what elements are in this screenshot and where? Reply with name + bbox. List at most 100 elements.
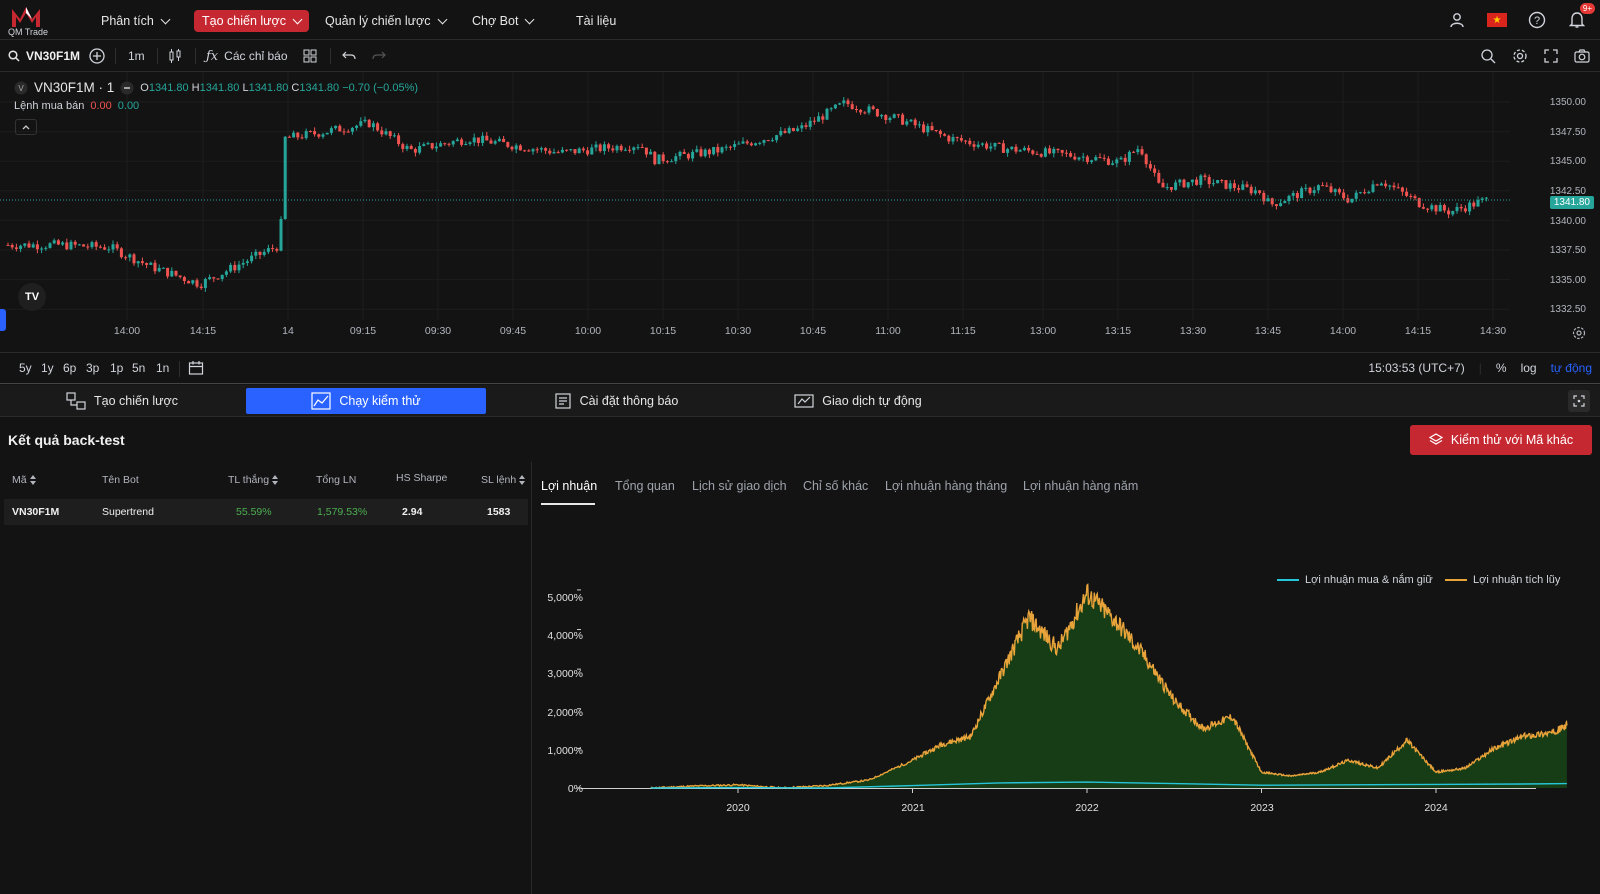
indicators-button[interactable]: ƒx Các chỉ báo — [206, 46, 288, 66]
column-header-tl-thang[interactable]: TL thắng — [228, 474, 279, 486]
layout-button[interactable] — [303, 46, 317, 66]
cell-orders: 1583 — [487, 506, 511, 518]
range-1n[interactable]: 1n — [156, 361, 169, 375]
nav-item-quan-ly-chien-luoc[interactable]: Quản lý chiến lược — [317, 10, 454, 32]
svg-text:?: ? — [1534, 15, 1540, 27]
interval-button[interactable]: 1m — [128, 46, 145, 66]
redo-button[interactable] — [372, 46, 386, 66]
candle-body — [644, 147, 648, 155]
calendar-icon[interactable] — [188, 360, 204, 376]
candle-body — [140, 261, 144, 264]
tab-tao-chien-luoc[interactable]: Tạo chiến lược — [62, 388, 182, 414]
candle-body — [153, 262, 157, 272]
minus-circle-icon[interactable] — [120, 81, 134, 95]
candle-body — [1106, 158, 1110, 165]
language-flag-icon[interactable]: ★ — [1486, 9, 1508, 31]
time-axis-label: 11:00 — [875, 325, 901, 337]
help-icon[interactable]: ? — [1526, 9, 1548, 31]
range-1p[interactable]: 1p — [110, 361, 123, 375]
candle-body — [35, 244, 39, 250]
candle-body — [1413, 196, 1417, 199]
axis-settings-gear-icon[interactable] — [1572, 326, 1586, 340]
range-5n[interactable]: 5n — [132, 361, 145, 375]
price-chart[interactable]: V VN30F1M · 1 O1341.80 H1341.80 L1341.80… — [0, 72, 1600, 352]
expand-panel-button[interactable] — [1568, 390, 1590, 412]
candle-body — [657, 154, 661, 165]
auto-scale-toggle[interactable]: tự động — [1551, 361, 1592, 375]
candle-body — [216, 278, 220, 280]
candle-body — [1035, 153, 1039, 155]
candle-body — [317, 134, 321, 137]
candlestick-plot[interactable] — [0, 72, 1600, 352]
candle-body — [313, 131, 317, 135]
tab-giao-dich-tu-dong[interactable]: Giao dịch tự động — [788, 388, 928, 414]
profit-chart[interactable] — [533, 462, 1600, 894]
nav-item-cho-bot[interactable]: Chợ Bot — [464, 10, 541, 32]
candle-body — [787, 128, 791, 134]
range-6p[interactable]: 6p — [63, 361, 76, 375]
candle-body — [367, 119, 371, 128]
divider — [115, 48, 116, 64]
candle-body — [905, 121, 909, 125]
undo-button[interactable] — [342, 46, 356, 66]
notification-bell-icon[interactable]: 9+ — [1566, 3, 1595, 31]
chart-settings-button[interactable] — [1512, 46, 1528, 66]
y-axis-label: 5,000% — [547, 592, 583, 604]
candle-body — [1203, 175, 1207, 178]
candle-body — [896, 114, 900, 116]
candle-body — [1195, 179, 1199, 185]
range-3p[interactable]: 3p — [86, 361, 99, 375]
sort-icon — [272, 475, 279, 485]
candle-body — [754, 143, 758, 146]
log-toggle[interactable]: log — [1521, 361, 1537, 375]
tradingview-logo-icon[interactable]: TV — [18, 283, 46, 311]
candle-body — [296, 132, 300, 138]
candle-body — [917, 124, 921, 126]
candle-body — [968, 140, 972, 145]
tab-cai-dat-thong-bao[interactable]: Cài đặt thông báo — [546, 388, 686, 414]
candle-body — [880, 114, 884, 117]
nav-item-phan-tich[interactable]: Phân tích — [93, 10, 177, 32]
candle-body — [514, 145, 518, 150]
column-header-sl-lenh[interactable]: SL lệnh — [481, 474, 526, 486]
candle-body — [287, 136, 291, 138]
candle-body — [1014, 146, 1018, 152]
collapse-legend-button[interactable] — [15, 119, 37, 135]
candle-body — [1069, 153, 1073, 157]
range-5y[interactable]: 5y — [19, 361, 32, 375]
column-header-ma[interactable]: Mã — [12, 474, 36, 486]
candle-body — [527, 150, 531, 152]
column-label: Tên Bot — [102, 474, 139, 486]
tab-chay-kiem-thu[interactable]: Chạy kiểm thử — [246, 388, 486, 414]
compare-add-button[interactable] — [88, 46, 106, 66]
time-axis-label: 14:00 — [1329, 325, 1357, 337]
left-scroll-handle[interactable] — [0, 309, 6, 331]
current-price-tag: 1341.80 — [1549, 196, 1594, 209]
screenshot-button[interactable] — [1574, 46, 1590, 66]
candle-body — [733, 144, 737, 147]
symbol-search[interactable]: VN30F1M — [8, 46, 80, 66]
time-axis-label: 10:45 — [799, 325, 827, 337]
candle-body — [1102, 157, 1106, 159]
candle-body — [1006, 149, 1010, 153]
time-axis-label: 14 — [282, 325, 294, 337]
chart-type-button[interactable] — [168, 46, 182, 66]
time-axis-label: 14:00 — [113, 325, 141, 337]
candle-body — [1333, 189, 1337, 193]
divider — [330, 48, 331, 64]
candle-body — [1350, 198, 1354, 203]
column-label: Mã — [12, 474, 27, 486]
nav-item-tao-chien-luoc[interactable]: Tạo chiến lược — [194, 10, 309, 32]
candle-body — [321, 134, 325, 137]
candle-body — [405, 145, 409, 149]
nav-item-tai-lieu[interactable]: Tài liệu — [568, 10, 624, 32]
percent-toggle[interactable]: % — [1496, 361, 1507, 375]
candle-body — [220, 274, 224, 279]
fullscreen-button[interactable] — [1544, 46, 1558, 66]
test-other-code-button[interactable]: Kiểm thử với Mã khác — [1410, 425, 1592, 455]
range-1y[interactable]: 1y — [41, 361, 54, 375]
table-row[interactable]: VN30F1M Supertrend 55.59% 1,579.53% 2.94… — [4, 499, 528, 525]
user-icon[interactable] — [1446, 9, 1468, 31]
zoom-search-button[interactable] — [1480, 46, 1496, 66]
candle-body — [833, 104, 837, 109]
